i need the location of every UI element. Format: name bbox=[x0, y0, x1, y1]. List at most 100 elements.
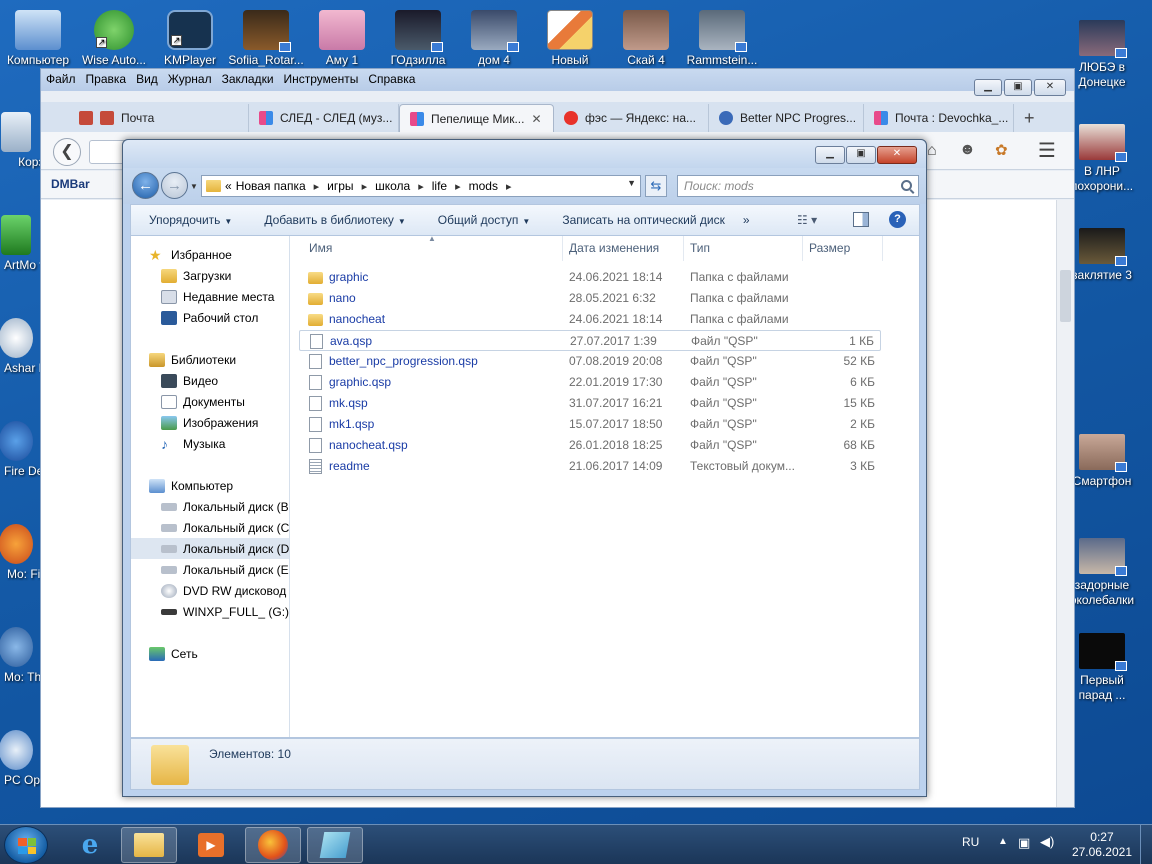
home-icon[interactable]: ⌂ bbox=[927, 142, 937, 160]
breadcrumb-mods[interactable]: mods bbox=[469, 179, 498, 193]
folder-row[interactable]: graphic 24.06.2021 18:14 Папка с файлами bbox=[299, 267, 881, 288]
add-to-library-button[interactable]: Добавить в библиотеку ▼ bbox=[246, 213, 419, 227]
language-indicator[interactable]: RU bbox=[962, 835, 979, 849]
taskbar-explorer[interactable] bbox=[121, 827, 177, 863]
desktop-icon-rammstein[interactable]: Rammstein... bbox=[684, 10, 760, 67]
desktop-icon-lyube[interactable]: ЛЮБЭ в Донецке bbox=[1064, 20, 1140, 90]
desktop-icon-lnr[interactable]: В ЛНР похорони... bbox=[1064, 124, 1140, 194]
browser-scrollbar[interactable] bbox=[1056, 200, 1074, 807]
view-options-icon[interactable]: ☷ ▾ bbox=[797, 213, 817, 227]
nav-drive-c[interactable]: Локальный диск (C bbox=[131, 517, 289, 538]
smiley-icon[interactable]: ☻ bbox=[959, 141, 976, 159]
menu-help[interactable]: Справка bbox=[363, 69, 420, 89]
menu-tools[interactable]: Инструменты bbox=[279, 69, 364, 89]
file-row[interactable]: graphic.qsp 22.01.2019 17:30 Файл "QSP" 6 К… bbox=[299, 372, 881, 393]
taskbar-media-player[interactable]: ▶ bbox=[183, 827, 239, 863]
desktop-icon-sky4[interactable]: Скай 4 bbox=[608, 10, 684, 67]
network-tray-icon[interactable]: ▣ bbox=[1018, 835, 1030, 851]
nav-drive-b[interactable]: Локальный диск (B bbox=[131, 496, 289, 517]
nav-desktop[interactable]: Рабочий стол bbox=[131, 307, 289, 328]
column-header-type[interactable]: Тип bbox=[684, 236, 803, 261]
recent-pages-dropdown-icon[interactable]: ▼ bbox=[190, 182, 198, 191]
hamburger-menu-icon[interactable]: ☰ bbox=[1038, 138, 1056, 163]
breadcrumb-life[interactable]: life bbox=[432, 179, 447, 193]
column-header-date[interactable]: Дата изменения bbox=[563, 236, 684, 261]
menu-file[interactable]: Файл bbox=[41, 69, 81, 89]
explorer-minimize-button[interactable]: ▁ bbox=[815, 146, 845, 164]
file-row[interactable]: mk1.qsp 15.07.2017 18:50 Файл "QSP" 2 КБ bbox=[299, 414, 881, 435]
breadcrumb-prefix[interactable]: « bbox=[225, 179, 232, 193]
start-button[interactable] bbox=[4, 826, 48, 864]
file-row[interactable]: readme 21.06.2017 14:09 Текстовый докум...… bbox=[299, 456, 881, 477]
address-bar[interactable]: « Новая папка ▸ игры ▸ школа ▸ life ▸ mods ▸ … bbox=[201, 175, 641, 197]
nav-recent-places[interactable]: Недавние места bbox=[131, 286, 289, 307]
nav-computer[interactable]: Компьютер bbox=[131, 475, 289, 496]
tab-better-npc[interactable]: Better NPC Progres... bbox=[709, 104, 864, 132]
browser-maximize-button[interactable]: ▣ bbox=[1004, 79, 1032, 96]
share-button[interactable]: Общий доступ ▼ bbox=[420, 213, 545, 227]
nav-documents[interactable]: Документы bbox=[131, 391, 289, 412]
back-button[interactable]: ← bbox=[132, 172, 159, 199]
menu-history[interactable]: Журнал bbox=[163, 69, 217, 89]
tab-pochta[interactable]: Почта bbox=[69, 104, 249, 132]
help-icon[interactable]: ? bbox=[889, 211, 906, 228]
breadcrumb-school[interactable]: школа bbox=[375, 179, 410, 193]
organize-button[interactable]: Упорядочить ▼ bbox=[131, 213, 246, 227]
nav-drive-d[interactable]: Локальный диск (D bbox=[131, 538, 289, 559]
desktop-icon-computer[interactable]: Компьютер bbox=[0, 10, 76, 67]
column-header-size[interactable]: Размер bbox=[803, 236, 883, 261]
browser-minimize-button[interactable]: ▁ bbox=[974, 79, 1002, 96]
burn-disc-button[interactable]: Записать на оптический диск bbox=[544, 213, 739, 227]
browser-close-button[interactable]: ✕ bbox=[1034, 79, 1066, 96]
taskbar-internet-explorer[interactable]: e bbox=[62, 827, 118, 863]
search-input[interactable]: Поиск: mods bbox=[677, 175, 919, 197]
volume-icon[interactable]: ◀) bbox=[1040, 834, 1054, 850]
nav-music[interactable]: ♪ Музыка bbox=[131, 433, 289, 454]
nav-downloads[interactable]: Загрузки bbox=[131, 265, 289, 286]
more-commands-button[interactable]: » bbox=[739, 213, 764, 227]
explorer-maximize-button[interactable]: ▣ bbox=[846, 146, 876, 164]
nav-network[interactable]: Сеть bbox=[131, 643, 289, 664]
nav-dvd-drive[interactable]: DVD RW дисковод ( bbox=[131, 580, 289, 601]
desktop-icon-amu[interactable]: Аму 1 bbox=[304, 10, 380, 67]
nav-video[interactable]: Видео bbox=[131, 370, 289, 391]
desktop-icon-new[interactable]: Новый bbox=[532, 10, 608, 67]
show-hidden-icons[interactable]: ▲ bbox=[998, 836, 1008, 847]
file-row[interactable]: mk.qsp 31.07.2017 16:21 Файл "QSP" 15 КБ bbox=[299, 393, 881, 414]
nav-libraries[interactable]: Библиотеки bbox=[131, 349, 289, 370]
desktop-icon-zadornye[interactable]: задорные околебалки bbox=[1064, 538, 1140, 608]
breadcrumb-games[interactable]: игры bbox=[327, 179, 353, 193]
tab-pochta-devochka[interactable]: Почта : Devochka_... bbox=[864, 104, 1014, 132]
taskbar-firefox[interactable] bbox=[245, 827, 301, 863]
address-dropdown-icon[interactable]: ▼ bbox=[627, 178, 636, 188]
new-tab-button[interactable]: + bbox=[1014, 104, 1050, 132]
column-header-name[interactable]: Имя bbox=[303, 236, 563, 261]
file-row[interactable]: better_npc_progression.qsp 07.08.2019 20:… bbox=[299, 351, 881, 372]
menu-view[interactable]: Вид bbox=[131, 69, 163, 89]
menu-bookmarks[interactable]: Закладки bbox=[217, 69, 279, 89]
breadcrumb-new-folder[interactable]: Новая папка bbox=[236, 179, 306, 193]
scrollbar-thumb[interactable] bbox=[1060, 270, 1071, 322]
refresh-button[interactable]: ⇆ bbox=[645, 175, 667, 197]
clock[interactable]: 0:27 27.06.2021 bbox=[1072, 830, 1132, 860]
folder-row[interactable]: nanocheat 24.06.2021 18:14 Папка с файлами bbox=[299, 309, 881, 330]
nav-images[interactable]: Изображения bbox=[131, 412, 289, 433]
addon-icon[interactable]: ✿ bbox=[995, 141, 1008, 159]
explorer-close-button[interactable]: ✕ bbox=[877, 146, 917, 164]
desktop-icon-dom4[interactable]: дом 4 bbox=[456, 10, 532, 67]
show-desktop-button[interactable] bbox=[1140, 825, 1152, 864]
nav-drive-e[interactable]: Локальный диск (E: bbox=[131, 559, 289, 580]
tab-pepelishche[interactable]: Пепелище Мик... ✕ bbox=[399, 104, 554, 132]
dmbar-label[interactable]: DMBar bbox=[51, 177, 90, 191]
close-tab-icon[interactable]: ✕ bbox=[531, 112, 541, 126]
desktop-icon-kmplayer[interactable]: ↗ KMPlayer bbox=[152, 10, 228, 67]
desktop-icon-video-sofiia[interactable]: Sofiia_Rotar... bbox=[228, 10, 304, 67]
browser-back-button[interactable]: ❮ bbox=[53, 138, 81, 166]
file-row[interactable]: ava.qsp 27.07.2017 1:39 Файл "QSP" 1 КБ bbox=[299, 330, 881, 351]
taskbar-notepad[interactable] bbox=[307, 827, 363, 863]
menu-edit[interactable]: Правка bbox=[81, 69, 132, 89]
desktop-icon-godzilla[interactable]: ГОдзилла bbox=[380, 10, 456, 67]
desktop-icon-smartphone[interactable]: Смартфон bbox=[1064, 434, 1140, 489]
nav-usb-drive[interactable]: WINXP_FULL_ (G:) bbox=[131, 601, 289, 622]
tab-sled[interactable]: СЛЕД - СЛЕД (муз... bbox=[249, 104, 399, 132]
